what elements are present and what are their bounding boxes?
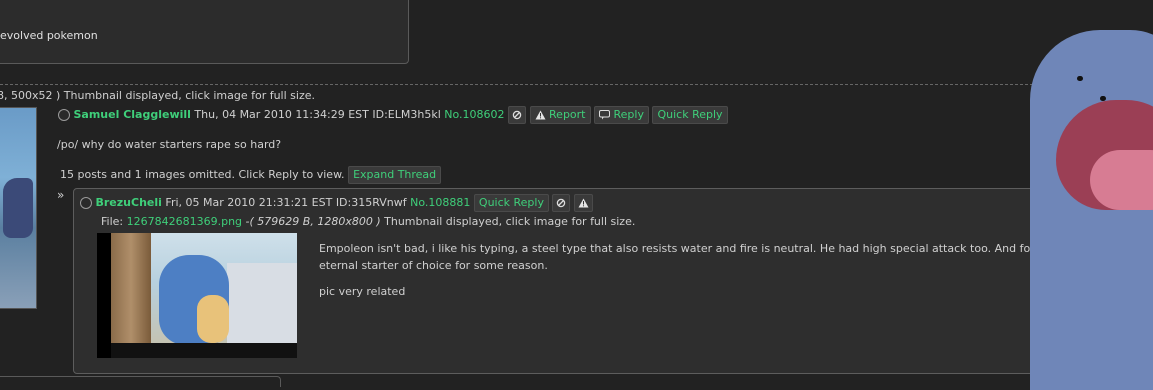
reply-post-number[interactable]: No.108881 xyxy=(410,196,470,209)
reply-hide-button[interactable] xyxy=(552,194,571,212)
file-meta: -( 579629 B, 1280x800 ) xyxy=(245,215,381,228)
warning-icon xyxy=(535,110,546,120)
ban-icon xyxy=(557,198,566,208)
reply-poster-id: ID:315RVnwf xyxy=(335,196,407,209)
reply-body: Empoleon isn't bad, i like his typing, a… xyxy=(319,242,1153,298)
op-report-button[interactable]: Report xyxy=(529,106,591,124)
op-thumbnail[interactable] xyxy=(0,107,37,309)
warning-icon xyxy=(578,198,589,208)
op-header: Samuel Clagglewill Thu, 04 Mar 2010 11:3… xyxy=(58,106,728,124)
op-poster-name: Samuel Clagglewill xyxy=(73,108,191,121)
mascot-image xyxy=(1030,30,1153,390)
reply-select-radio[interactable] xyxy=(80,197,92,209)
reply-body-line-3: pic very related xyxy=(319,285,406,298)
reply-body-line-2: eternal starter of choice for some reaso… xyxy=(319,259,548,272)
omitted-text: 15 posts and 1 images omitted. Click Rep… xyxy=(60,168,345,181)
op-post-number[interactable]: No.108602 xyxy=(444,108,504,121)
op-report-label: Report xyxy=(549,108,586,121)
reply-header: BrezuCheli Fri, 05 Mar 2010 21:31:21 EST… xyxy=(80,194,593,212)
reply-quick-reply-button[interactable]: Quick Reply xyxy=(473,194,549,212)
op-reply-label: Reply xyxy=(613,108,644,121)
thread-divider xyxy=(0,84,1153,85)
file-note: Thumbnail displayed, click image for ful… xyxy=(384,215,636,228)
op-select-radio[interactable] xyxy=(58,109,70,121)
reply-file-info: File: 1267842681369.png -( 579629 B, 128… xyxy=(101,215,635,228)
ban-icon xyxy=(512,110,522,120)
reply-datetime: Fri, 05 Mar 2010 21:31:21 EST xyxy=(165,196,333,209)
omitted-notice: 15 posts and 1 images omitted. Click Rep… xyxy=(60,166,442,184)
previous-reply-text: evolved pokemon xyxy=(0,29,98,42)
op-quick-reply-button[interactable]: Quick Reply xyxy=(652,106,728,124)
op-hide-button[interactable] xyxy=(508,106,527,124)
reply-thumbnail[interactable] xyxy=(97,233,297,358)
file-label: File: xyxy=(101,215,124,228)
op-datetime: Thu, 04 Mar 2010 11:34:29 EST xyxy=(194,108,369,121)
op-poster-id: ID:ELM3h5kl xyxy=(372,108,441,121)
op-reply-button[interactable]: Reply xyxy=(594,106,649,124)
reply-poster-name: BrezuCheli xyxy=(95,196,162,209)
expand-thread-button[interactable]: Expand Thread xyxy=(348,166,442,184)
op-body: /po/ why do water starters rape so hard? xyxy=(57,138,282,151)
reply-arrow: » xyxy=(57,188,65,202)
next-post-panel-edge xyxy=(0,376,281,387)
op-file-info: 8, 500x52 ) Thumbnail displayed, click i… xyxy=(0,89,315,102)
reply-report-button[interactable] xyxy=(573,194,593,212)
reply-body-line-1: Empoleon isn't bad, i like his typing, a… xyxy=(319,242,1153,255)
file-name-link[interactable]: 1267842681369.png xyxy=(127,215,242,228)
reply-bubble-icon xyxy=(599,110,610,120)
